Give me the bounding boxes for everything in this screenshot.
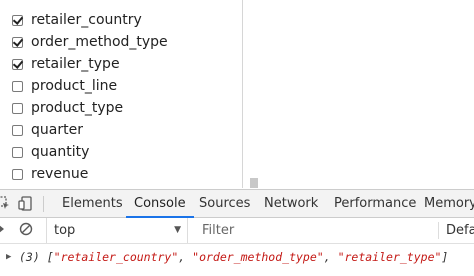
array-value: "order_method_type" (192, 250, 324, 264)
checkbox-row-revenue[interactable]: revenue (12, 163, 242, 185)
checkbox-row-retailer-type[interactable]: retailer_type (12, 53, 242, 75)
clear-console-icon[interactable] (19, 222, 33, 240)
checkbox[interactable] (12, 168, 23, 180)
checkbox-label: retailer_type (31, 56, 120, 72)
separator: , (178, 250, 193, 264)
checkbox[interactable] (12, 124, 23, 136)
checkbox-label: quarter (31, 122, 83, 138)
array-value: "retailer_type" (337, 250, 442, 264)
checkbox[interactable] (12, 80, 23, 92)
checkbox[interactable] (12, 14, 23, 26)
checkbox-label: quantity (31, 144, 90, 160)
console-filter-bar: top ▼ Defa (0, 218, 474, 244)
devtools-panel: Elements Console Sources Network Perform… (0, 189, 474, 276)
filter-input[interactable] (196, 218, 438, 243)
levels-separator (438, 222, 439, 239)
checkbox-row-product-type[interactable]: product_type (12, 97, 242, 119)
chevron-down-icon: ▼ (174, 225, 181, 235)
close-bracket: ] (441, 250, 449, 264)
checkbox-row-quarter[interactable]: quarter (12, 119, 242, 141)
page-content: retailer_country order_method_type retai… (0, 0, 474, 188)
tab-elements[interactable]: Elements (62, 190, 123, 218)
checkbox-row-product-line[interactable]: product_line (12, 75, 242, 97)
array-value: "retailer_country" (53, 250, 179, 264)
pane-divider (242, 0, 243, 188)
array-count: (3) (19, 250, 40, 264)
checkbox[interactable] (12, 102, 23, 114)
checkbox[interactable] (12, 36, 23, 48)
tab-memory[interactable]: Memory (424, 190, 474, 218)
log-message: (3) ["retailer_country", "order_method_t… (19, 246, 448, 268)
tab-sources[interactable]: Sources (199, 190, 250, 218)
checkbox-label: revenue (31, 166, 89, 182)
device-toolbar-icon[interactable] (18, 196, 34, 215)
tab-console[interactable]: Console (126, 190, 194, 218)
checkbox-label: product_line (31, 78, 118, 94)
checkbox[interactable] (12, 58, 23, 70)
checkbox-row-order-method-type[interactable]: order_method_type (12, 31, 242, 53)
toolbar-separator (43, 196, 44, 212)
checkbox-label: order_method_type (31, 34, 168, 50)
inspect-icon[interactable] (0, 196, 10, 214)
log-levels-dropdown[interactable]: Defa (446, 218, 474, 243)
open-bracket: [ (46, 250, 54, 264)
console-log-entry[interactable]: ▶ (3) ["retailer_country", "order_method… (0, 246, 474, 268)
checkbox-label: retailer_country (31, 12, 142, 28)
context-selector[interactable]: top ▼ (46, 218, 188, 243)
devtools-tabbar: Elements Console Sources Network Perform… (0, 189, 474, 218)
scrollbar-thumb[interactable] (250, 178, 258, 188)
checkbox-row-quantity[interactable]: quantity (12, 141, 242, 163)
console-sidebar-icon[interactable] (0, 222, 7, 240)
separator: , (323, 250, 338, 264)
tab-network[interactable]: Network (264, 190, 318, 218)
checkbox-row-retailer-country[interactable]: retailer_country (12, 9, 242, 31)
checkbox-label: product_type (31, 100, 124, 116)
context-value: top (54, 223, 76, 238)
expand-arrow-icon[interactable]: ▶ (6, 246, 11, 268)
tab-performance[interactable]: Performance (334, 190, 416, 218)
scrollbar-track[interactable] (246, 0, 260, 188)
checkbox[interactable] (12, 146, 23, 158)
